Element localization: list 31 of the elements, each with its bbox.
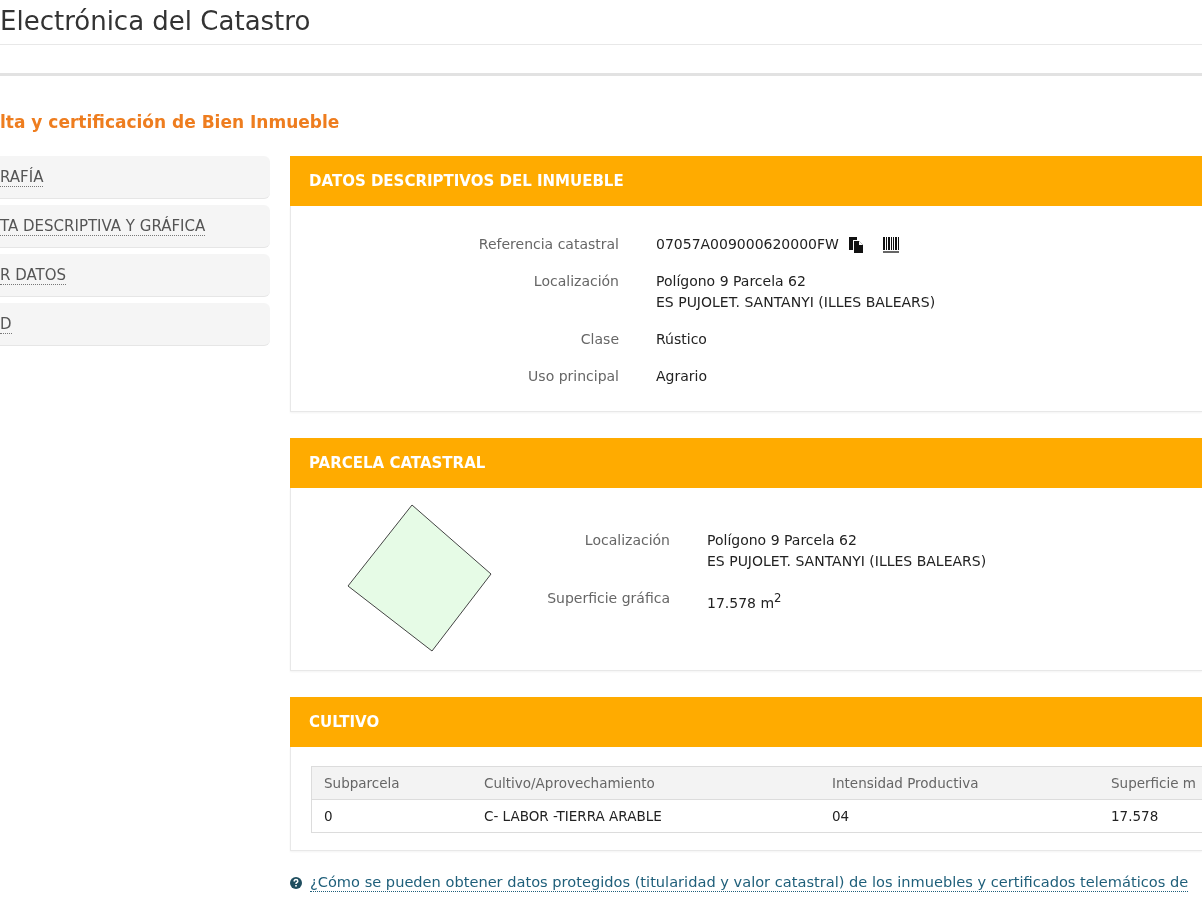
table-cell-text: 04 (831, 808, 851, 824)
table-cell-text: 0 (323, 808, 334, 824)
page-title: lta y certificación de Bien Inmueble (0, 111, 341, 133)
help-link[interactable]: ¿Cómo se pueden obtener datos protegidos (titularidad y valor catastral) de los inmuebles y certificados telemáticos de (310, 873, 1189, 892)
field-value: Polígono 9 Parcela 62 ES PUJOLET. SANTANYI (ILLES BALEARS) (656, 272, 936, 312)
copy-icon[interactable] (848, 236, 863, 253)
column-header: Cultivo/Aprovechamiento (483, 775, 656, 791)
barcode-icon[interactable] (882, 236, 899, 253)
site-title: Electrónica del Catastro (0, 5, 311, 36)
table-cell-text: 17.578 (1110, 808, 1160, 824)
panel-header: DATOS DESCRIPTIVOS DEL INMUEBLE (290, 156, 1202, 206)
field-value: 07057A009000620000FW (656, 235, 839, 254)
sidebar-item[interactable]: TA DESCRIPTIVA Y GRÁFICA (0, 205, 270, 248)
field-label: Clase (579, 330, 619, 349)
field-value: Rústico (656, 330, 707, 349)
panel-header: PARCELA CATASTRAL (290, 438, 1202, 488)
field-value: 17.578 m$^{2}$ (707, 590, 782, 613)
table-cell-text: C- LABOR -TIERRA ARABLE (483, 808, 663, 824)
field-label: Superficie gráfica (546, 589, 670, 608)
field-label: Localización (532, 272, 619, 291)
column-header: Superficie m (1110, 775, 1197, 791)
column-header: Subparcela (323, 775, 401, 791)
field-label: Uso principal (527, 367, 619, 386)
field-label: Referencia catastral (477, 235, 619, 254)
field-value: Agrario (656, 367, 707, 386)
column-header: Intensidad Productiva (831, 775, 980, 791)
panel-header: CULTIVO (290, 697, 1202, 747)
help-icon (290, 876, 302, 889)
sidebar-item[interactable]: RAFÍA (0, 156, 270, 199)
sidebar-item[interactable]: D (0, 303, 270, 346)
sidebar-item[interactable]: R DATOS (0, 254, 270, 297)
